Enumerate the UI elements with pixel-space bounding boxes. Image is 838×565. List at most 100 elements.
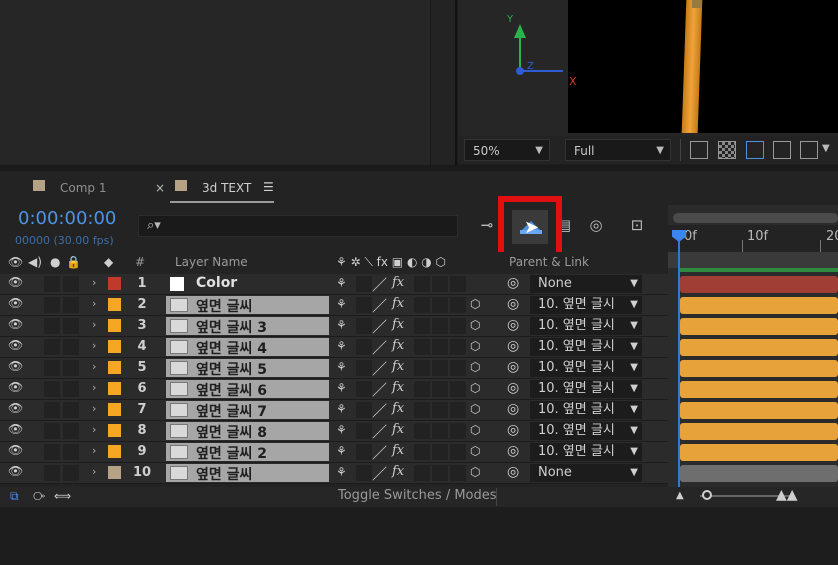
- layer-duration-bar[interactable]: [680, 444, 838, 461]
- adjustment-toggle[interactable]: [450, 360, 466, 376]
- quality-slash-icon[interactable]: ／: [372, 337, 387, 358]
- 3d-layer-icon[interactable]: ⬡: [470, 381, 480, 395]
- solo-toggle[interactable]: [63, 360, 79, 376]
- fx-icon[interactable]: fx: [392, 296, 404, 311]
- label-color-swatch[interactable]: [108, 277, 121, 290]
- eye-icon[interactable]: 👁: [8, 275, 23, 289]
- eye-icon[interactable]: 👁: [8, 464, 23, 478]
- 3d-layer-icon[interactable]: ⬡: [470, 360, 480, 374]
- video-toggle-header-icon[interactable]: 👁: [8, 255, 23, 269]
- solo-toggle[interactable]: [63, 423, 79, 439]
- parent-dropdown[interactable]: 10. 옆면 글시 ▼: [530, 401, 642, 419]
- layer-row[interactable]: 👁 › 6 옆면 글씨 6 ⚘ ／ fx ⬡ ◎ 10. 옆면 글시 ▼: [0, 379, 668, 400]
- chevron-right-icon[interactable]: ›: [92, 381, 96, 394]
- composition-canvas[interactable]: [568, 0, 838, 133]
- layer-duration-bar[interactable]: [680, 276, 838, 293]
- transparency-grid-icon[interactable]: [718, 141, 736, 159]
- audio-toggle[interactable]: [44, 423, 60, 439]
- solo-toggle[interactable]: [63, 318, 79, 334]
- chevron-right-icon[interactable]: ›: [92, 402, 96, 415]
- 3d-layer-icon[interactable]: ⬡: [470, 423, 480, 437]
- eye-icon[interactable]: 👁: [8, 317, 23, 331]
- layer-duration-bar[interactable]: [680, 318, 838, 335]
- collapse-toggle[interactable]: [356, 381, 372, 397]
- solo-header-icon[interactable]: ●: [50, 255, 60, 269]
- adjustment-toggle[interactable]: [450, 465, 466, 481]
- collapse-toggle[interactable]: [356, 402, 372, 418]
- motion-blur-icon[interactable]: ◎: [585, 214, 607, 236]
- frame-blend-toggle[interactable]: [414, 318, 430, 334]
- solo-toggle[interactable]: [63, 444, 79, 460]
- quality-slash-icon[interactable]: ／: [372, 421, 387, 442]
- parent-dropdown[interactable]: 10. 옆면 글시 ▼: [530, 317, 642, 335]
- shy-icon[interactable]: ⚘: [336, 276, 347, 290]
- mask-path-visibility-icon[interactable]: [746, 141, 764, 159]
- pick-whip-icon[interactable]: ◎: [507, 296, 519, 312]
- zoom-out-icon[interactable]: ▲: [676, 490, 684, 501]
- frame-blend-toggle[interactable]: [414, 402, 430, 418]
- region-of-interest-icon[interactable]: [773, 141, 791, 159]
- shy-icon[interactable]: ⚘: [336, 402, 347, 416]
- layer-duration-bar[interactable]: [680, 465, 838, 482]
- resolution-dropdown[interactable]: Full ▼: [565, 139, 671, 161]
- audio-toggle[interactable]: [44, 465, 60, 481]
- audio-toggle[interactable]: [44, 276, 60, 292]
- frame-blend-toggle[interactable]: [414, 444, 430, 460]
- solo-toggle[interactable]: [63, 381, 79, 397]
- pick-whip-icon[interactable]: ◎: [507, 359, 519, 375]
- label-color-swatch[interactable]: [108, 340, 121, 353]
- chevron-right-icon[interactable]: ›: [92, 297, 96, 310]
- zoom-slider-handle[interactable]: [702, 490, 712, 500]
- motion-blur-toggle[interactable]: [432, 276, 448, 292]
- parent-dropdown[interactable]: 10. 옆면 글시 ▼: [530, 296, 642, 314]
- chevron-right-icon[interactable]: ›: [92, 276, 96, 289]
- layer-row[interactable]: 👁 › 9 옆면 글씨 2 ⚘ ／ fx ⬡ ◎ 10. 옆면 글시 ▼: [0, 442, 668, 463]
- motion-blur-toggle[interactable]: [432, 465, 448, 481]
- label-color-swatch[interactable]: [108, 298, 121, 311]
- in-out-toggle-icon[interactable]: ⟺: [54, 489, 71, 503]
- motion-blur-toggle[interactable]: [432, 339, 448, 355]
- layer-row[interactable]: 👁 › 2 옆면 글씨 ⚘ ／ fx ⬡ ◎ 10. 옆면 글시 ▼: [0, 295, 668, 316]
- chevron-right-icon[interactable]: ›: [92, 465, 96, 478]
- pick-whip-icon[interactable]: ◎: [507, 317, 519, 333]
- collapse-toggle[interactable]: [356, 276, 372, 292]
- layer-duration-bar[interactable]: [680, 381, 838, 398]
- tab-3d-text[interactable]: 3d TEXT: [202, 181, 251, 195]
- layer-name[interactable]: 옆면 글씨: [196, 296, 252, 316]
- adjustment-toggle[interactable]: [450, 297, 466, 313]
- shy-icon[interactable]: ⚘: [336, 339, 347, 353]
- fx-icon[interactable]: fx: [392, 464, 404, 479]
- layer-row[interactable]: 👁 › 10 옆면 글씨 ⚘ ／ fx ⬡ ◎ None ▼: [0, 463, 668, 484]
- solo-toggle[interactable]: [63, 465, 79, 481]
- frame-blend-toggle[interactable]: [414, 360, 430, 376]
- work-area-bar[interactable]: [673, 213, 838, 223]
- fx-icon[interactable]: fx: [392, 422, 404, 437]
- motion-blur-toggle[interactable]: [432, 318, 448, 334]
- fx-icon[interactable]: fx: [392, 275, 404, 290]
- eye-icon[interactable]: 👁: [8, 296, 23, 310]
- graph-editor-icon[interactable]: ⊡: [626, 214, 648, 236]
- label-header-icon[interactable]: ◆: [104, 255, 113, 269]
- eye-icon[interactable]: 👁: [8, 380, 23, 394]
- quality-slash-icon[interactable]: ／: [372, 442, 387, 463]
- layer-name[interactable]: 옆면 글씨 6: [196, 380, 267, 400]
- collapse-toggle[interactable]: [356, 444, 372, 460]
- parent-dropdown[interactable]: 10. 옆면 글시 ▼: [530, 422, 642, 440]
- 3d-layer-icon[interactable]: ⬡: [470, 465, 480, 479]
- solo-toggle[interactable]: [63, 339, 79, 355]
- layer-duration-bar[interactable]: [680, 297, 838, 314]
- 3d-layer-icon[interactable]: ⬡: [470, 318, 480, 332]
- quality-slash-icon[interactable]: ／: [372, 400, 387, 421]
- adjustment-toggle[interactable]: [450, 444, 466, 460]
- pick-whip-icon[interactable]: ◎: [507, 338, 519, 354]
- layer-name[interactable]: Color: [196, 275, 237, 291]
- current-time-display[interactable]: 0:00:00:00: [18, 208, 116, 229]
- 3d-layer-icon[interactable]: ⬡: [470, 297, 480, 311]
- layer-duration-bar[interactable]: [680, 402, 838, 419]
- layer-name[interactable]: 옆면 글씨 3: [196, 317, 267, 337]
- frame-blend-toggle[interactable]: [414, 423, 430, 439]
- adjustment-toggle[interactable]: [450, 381, 466, 397]
- audio-toggle[interactable]: [44, 444, 60, 460]
- motion-blur-toggle[interactable]: [432, 423, 448, 439]
- motion-blur-toggle[interactable]: [432, 360, 448, 376]
